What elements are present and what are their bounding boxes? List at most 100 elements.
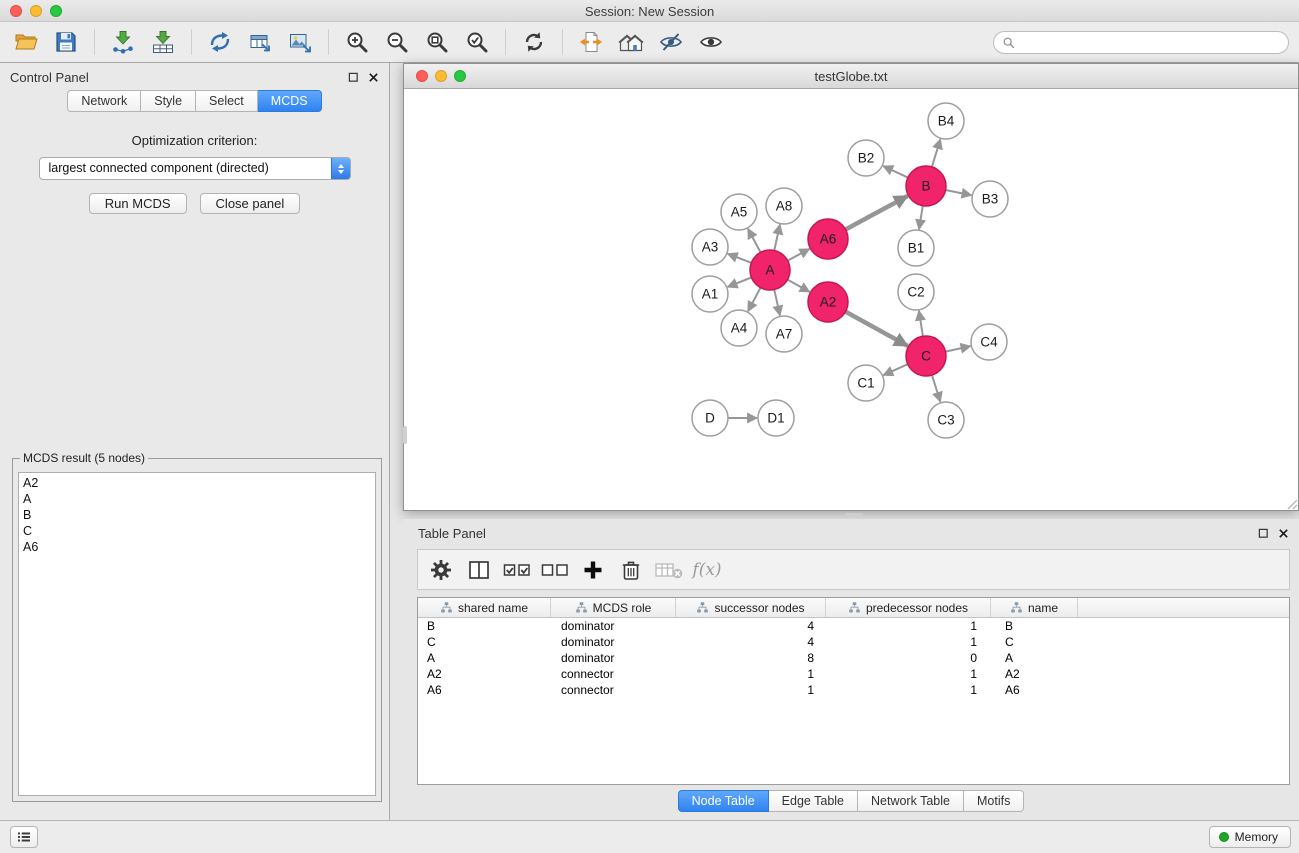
graph-edge[interactable] (788, 249, 810, 261)
deselect-all-rows-button[interactable] (538, 554, 572, 586)
mcds-result-item[interactable]: A2 (23, 475, 371, 491)
tab-mcds[interactable]: MCDS (258, 90, 322, 112)
optimization-criterion-select[interactable]: largest connected component (directed) (39, 157, 351, 180)
graph-edge[interactable] (846, 312, 908, 346)
task-history-button[interactable] (10, 826, 38, 848)
search-input[interactable] (1021, 36, 1280, 50)
graph-edge[interactable] (919, 206, 923, 229)
add-column-button[interactable] (576, 554, 610, 586)
graph-edge[interactable] (946, 346, 971, 352)
table-settings-button[interactable] (424, 554, 458, 586)
table-row[interactable]: Bdominator41B (418, 618, 1289, 634)
mcds-result-item[interactable]: A6 (23, 539, 371, 555)
network-minimize-button[interactable] (435, 70, 447, 82)
graph-edge[interactable] (932, 139, 941, 167)
graph-edge[interactable] (774, 225, 780, 251)
toggle-columns-button[interactable] (462, 554, 496, 586)
memory-button[interactable]: Memory (1209, 826, 1291, 848)
graph-node[interactable]: A7 (766, 316, 802, 352)
export-image-button[interactable] (280, 25, 320, 59)
network-graph[interactable]: B4B2BB3A5A8A6B1A3AC2A1A2A4A7C4CC1C3DD1 (404, 89, 1298, 510)
graph-edge[interactable] (883, 364, 907, 375)
graph-node[interactable]: C4 (971, 324, 1007, 360)
network-close-button[interactable] (416, 70, 428, 82)
graph-node[interactable]: D1 (758, 400, 794, 436)
table-tab-motifs[interactable]: Motifs (964, 790, 1024, 812)
mcds-result-item[interactable]: A (23, 491, 371, 507)
graph-node[interactable]: B (906, 166, 946, 206)
graph-edge[interactable] (748, 229, 761, 253)
vertical-splitter-handle[interactable] (403, 426, 407, 444)
graph-node[interactable]: B3 (972, 181, 1008, 217)
zoom-selected-button[interactable] (457, 25, 497, 59)
home-view-button[interactable] (611, 25, 651, 59)
column-header-predecessor-nodes[interactable]: predecessor nodes (826, 598, 991, 617)
table-close-panel-button[interactable] (1277, 527, 1290, 540)
column-header-shared-name[interactable]: shared name (418, 598, 551, 617)
table-tab-network-table[interactable]: Network Table (858, 790, 964, 812)
graph-edge[interactable] (919, 311, 923, 336)
table-tab-node-table[interactable]: Node Table (678, 790, 769, 812)
graph-node[interactable]: A8 (766, 188, 802, 224)
tab-network[interactable]: Network (67, 90, 141, 112)
graph-node[interactable]: B4 (928, 103, 964, 139)
graph-node[interactable]: A4 (721, 310, 757, 346)
select-all-rows-button[interactable] (500, 554, 534, 586)
graph-edge[interactable] (728, 277, 752, 287)
close-panel-action-button[interactable]: Close panel (200, 193, 301, 214)
first-neighbors-button[interactable] (571, 25, 611, 59)
horizontal-splitter-handle[interactable] (845, 513, 863, 517)
mcds-result-item[interactable]: B (23, 507, 371, 523)
graph-node[interactable]: A6 (808, 219, 848, 259)
graph-node[interactable]: A1 (692, 276, 728, 312)
graph-node[interactable]: A3 (692, 229, 728, 265)
show-hide-details-button[interactable] (691, 25, 731, 59)
graph-edge[interactable] (932, 375, 940, 402)
graph-edge[interactable] (774, 290, 780, 316)
tab-style[interactable]: Style (141, 90, 196, 112)
graph-node[interactable]: A5 (721, 194, 757, 230)
graph-node[interactable]: C (906, 336, 946, 376)
mcds-result-item[interactable]: C (23, 523, 371, 539)
graph-node[interactable]: B1 (898, 230, 934, 266)
refresh-layout-button[interactable] (514, 25, 554, 59)
delete-column-button[interactable] (614, 554, 648, 586)
graph-node[interactable]: A (750, 250, 790, 290)
column-header-name[interactable]: name (991, 598, 1078, 617)
open-session-button[interactable] (6, 25, 46, 59)
export-table-button[interactable] (240, 25, 280, 59)
graph-node[interactable]: C1 (848, 365, 884, 401)
resize-grip-icon[interactable] (1284, 496, 1298, 510)
tab-select[interactable]: Select (196, 90, 258, 112)
graph-node[interactable]: C3 (928, 402, 964, 438)
float-panel-button[interactable] (347, 71, 360, 84)
run-mcds-button[interactable]: Run MCDS (89, 193, 187, 214)
zoom-fit-button[interactable] (417, 25, 457, 59)
table-row[interactable]: A2connector11A2 (418, 666, 1289, 682)
mcds-result-list[interactable]: A2ABCA6 (18, 472, 376, 796)
network-zoom-button[interactable] (454, 70, 466, 82)
import-network-from-file-button[interactable] (103, 25, 143, 59)
column-header-mcds-role[interactable]: MCDS role (551, 598, 676, 617)
graph-edge[interactable] (846, 196, 908, 229)
close-panel-button[interactable] (367, 71, 380, 84)
graphics-details-button[interactable] (651, 25, 691, 59)
table-tab-edge-table[interactable]: Edge Table (769, 790, 858, 812)
save-session-button[interactable] (46, 25, 86, 59)
table-float-panel-button[interactable] (1257, 527, 1270, 540)
column-header-successor-nodes[interactable]: successor nodes (676, 598, 826, 617)
search-box[interactable] (993, 31, 1289, 54)
zoom-in-button[interactable] (337, 25, 377, 59)
graph-edge[interactable] (946, 190, 972, 195)
graph-edge[interactable] (728, 254, 752, 263)
graph-edge[interactable] (883, 166, 908, 178)
table-row[interactable]: Adominator80A (418, 650, 1289, 666)
network-canvas[interactable]: B4B2BB3A5A8A6B1A3AC2A1A2A4A7C4CC1C3DD1 (404, 89, 1298, 510)
graph-node[interactable]: A2 (808, 282, 848, 322)
graph-edge[interactable] (748, 288, 761, 312)
import-table-from-file-button[interactable] (143, 25, 183, 59)
network-from-url-button[interactable] (200, 25, 240, 59)
table-row[interactable]: Cdominator41C (418, 634, 1289, 650)
graph-node[interactable]: B2 (848, 140, 884, 176)
graph-edge[interactable] (788, 280, 810, 292)
